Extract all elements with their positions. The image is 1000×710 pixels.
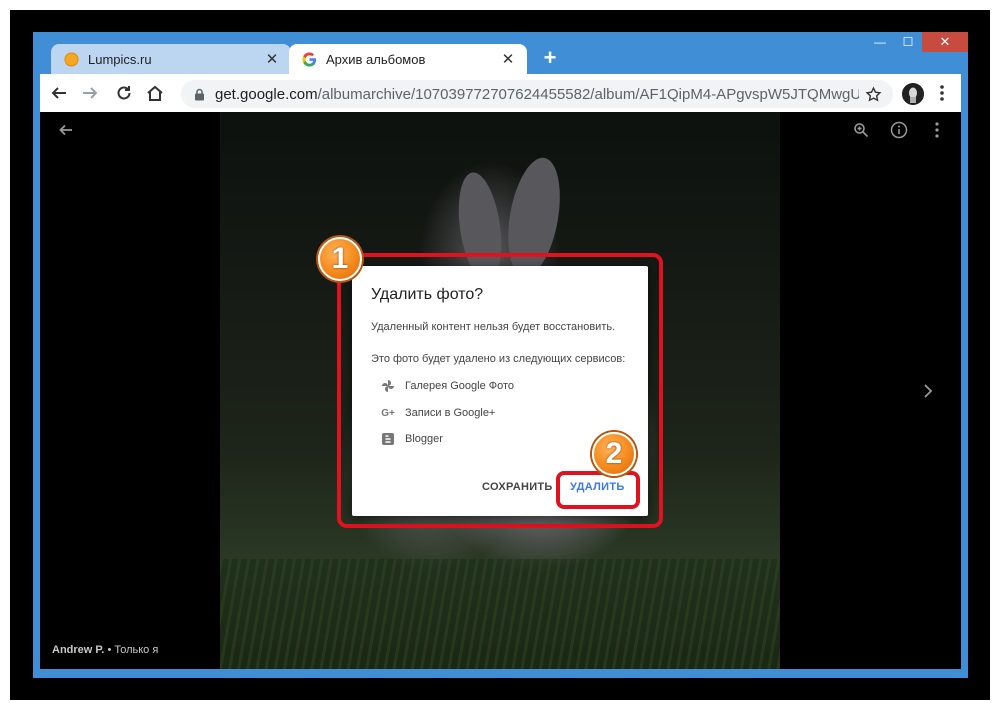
service-label: Blogger (405, 433, 443, 445)
owner-name: Andrew P. (52, 644, 105, 656)
minimize-button[interactable]: — (866, 32, 894, 52)
tab-title: Lumpics.ru (88, 51, 152, 67)
owner-caption: Andrew P. • Только я (52, 644, 158, 656)
service-label: Галерея Google Фото (405, 380, 515, 392)
dialog-title: Удалить фото? (371, 286, 484, 303)
blogger-icon (381, 432, 395, 446)
home-icon[interactable] (142, 80, 168, 106)
profile-avatar[interactable] (902, 83, 924, 105)
dialog-warning: Удаленный контент нельзя будет восстанов… (371, 321, 616, 333)
close-window-button[interactable]: ✕ (922, 32, 968, 52)
pinwheel-icon (381, 379, 395, 393)
save-button[interactable]: СОХРАНИТЬ (482, 481, 553, 493)
browser-toolbar: get.google.com/albumarchive/107039772707… (40, 74, 961, 112)
dialog-services-intro: Это фото будет удалено из следующих серв… (371, 353, 626, 365)
tab-lumpics[interactable]: Lumpics.ru ✕ (51, 44, 291, 74)
back-arrow-icon[interactable] (54, 118, 78, 142)
url-text[interactable]: get.google.com/albumarchive/107039772707… (215, 86, 859, 103)
delete-button-highlight-frame (556, 471, 640, 509)
window-controls: — ☐ ✕ (866, 32, 968, 52)
close-tab-icon[interactable]: ✕ (263, 50, 281, 68)
service-item: Blogger (381, 432, 443, 446)
bookmark-star-icon[interactable] (863, 84, 883, 104)
new-tab-button[interactable]: + (539, 47, 561, 70)
step-badge-1: 1 (318, 237, 362, 281)
google-plus-icon: G+ (381, 407, 395, 419)
tab-strip: Lumpics.ru ✕ Архив альбомов ✕ + — ☐ ✕ (33, 32, 968, 74)
browser-menu-icon[interactable] (932, 80, 952, 106)
service-label: Записи в Google+ (405, 407, 496, 419)
forward-arrow-icon[interactable] (77, 80, 103, 106)
next-photo-icon[interactable] (916, 376, 940, 406)
tab-album-archive[interactable]: Архив альбомов ✕ (289, 44, 527, 74)
close-tab-icon[interactable]: ✕ (499, 50, 517, 68)
zoom-in-icon[interactable] (849, 118, 873, 142)
reload-icon[interactable] (111, 80, 137, 106)
url-host: get.google.com (215, 85, 318, 103)
viewer-actions (835, 118, 949, 142)
info-icon[interactable] (887, 118, 911, 142)
service-item: G+ Записи в Google+ (381, 406, 495, 420)
google-g-icon (301, 51, 317, 67)
service-item: Галерея Google Фото (381, 379, 514, 393)
tab-title: Архив альбомов (326, 51, 426, 67)
grass (220, 559, 780, 669)
step-badge-2: 2 (592, 432, 636, 476)
more-options-icon[interactable] (925, 118, 949, 142)
lumpics-favicon-icon (63, 51, 79, 67)
url-path: /albumarchive/107039772707624455582/albu… (317, 85, 859, 103)
lock-icon[interactable] (193, 87, 205, 101)
address-bar[interactable]: get.google.com/albumarchive/107039772707… (181, 80, 893, 108)
back-arrow-icon[interactable] (46, 80, 72, 106)
maximize-button[interactable]: ☐ (894, 32, 922, 52)
owner-visibility: • Только я (107, 644, 159, 656)
